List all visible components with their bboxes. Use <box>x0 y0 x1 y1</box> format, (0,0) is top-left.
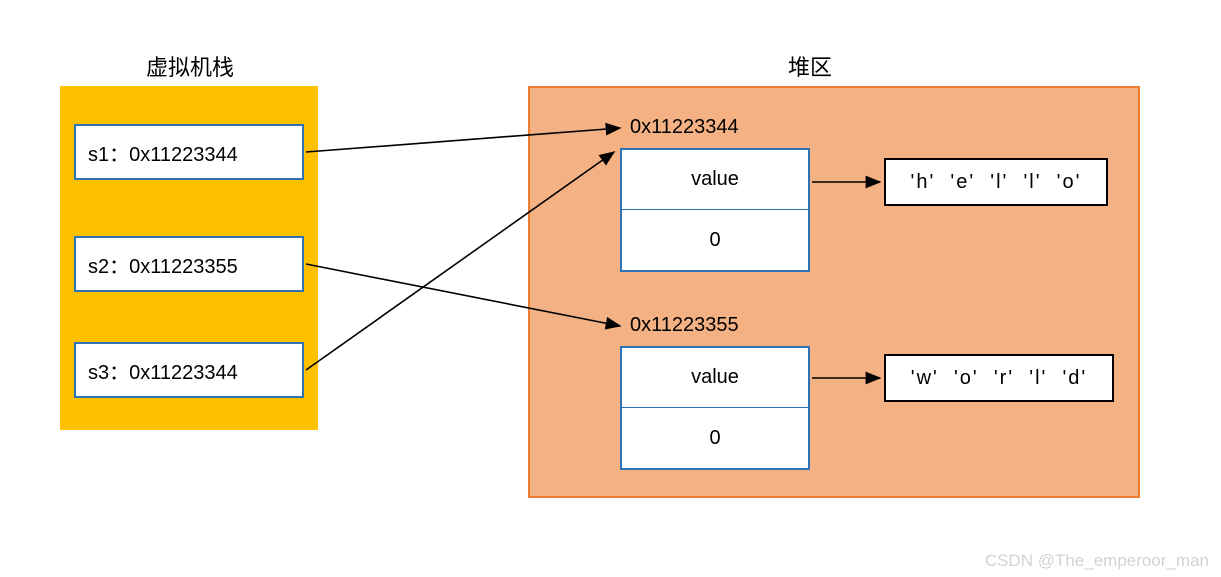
stack-s1-text: s1：0x11223344 <box>88 138 238 167</box>
heap-obj1-value: value <box>622 150 808 210</box>
char-array-hello: 'h' 'e' 'l' 'l' 'o' <box>884 158 1108 206</box>
stack-title: 虚拟机栈 <box>130 50 250 82</box>
stack-cell-s2: s2：0x11223355 <box>74 236 304 292</box>
stack-cell-s1: s1：0x11223344 <box>74 124 304 180</box>
char-hello-text: 'h' 'e' 'l' 'l' 'o' <box>911 171 1082 194</box>
heap-obj2-offset: 0 <box>622 408 808 468</box>
heap-obj2-value: value <box>622 348 808 408</box>
heap-obj1-offset: 0 <box>622 210 808 270</box>
stack-s2-text: s2：0x11223355 <box>88 250 238 279</box>
char-array-world: 'w' 'o' 'r' 'l' 'd' <box>884 354 1114 402</box>
heap-obj1: value 0 <box>620 148 810 272</box>
heap-title: 堆区 <box>770 50 850 82</box>
char-world-text: 'w' 'o' 'r' 'l' 'd' <box>911 367 1087 390</box>
watermark: CSDN @The_emperoor_man <box>985 551 1209 571</box>
stack-cell-s3: s3：0x11223344 <box>74 342 304 398</box>
heap-addr1-label: 0x11223344 <box>630 116 739 139</box>
stack-s3-text: s3：0x11223344 <box>88 356 238 385</box>
heap-addr2-label: 0x11223355 <box>630 314 739 337</box>
heap-obj2: value 0 <box>620 346 810 470</box>
